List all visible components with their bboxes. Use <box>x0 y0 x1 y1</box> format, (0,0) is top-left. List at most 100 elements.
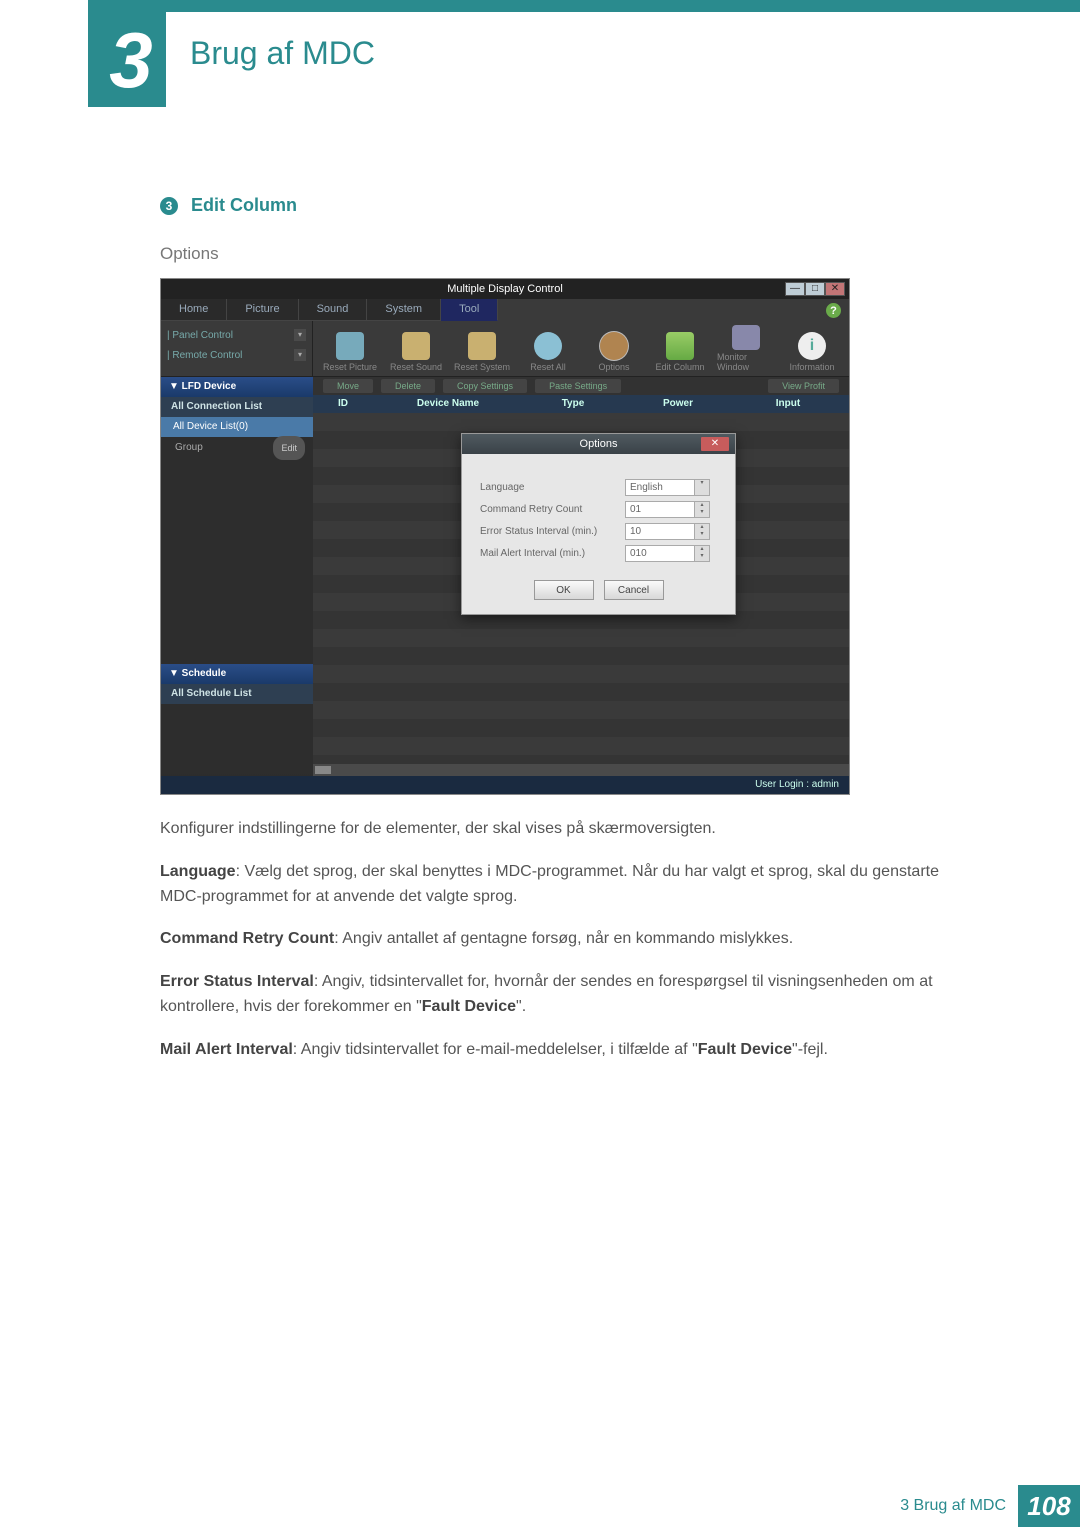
copy-settings-button[interactable]: Copy Settings <box>443 379 527 393</box>
tab-sound[interactable]: Sound <box>299 299 368 321</box>
tab-tool[interactable]: Tool <box>441 299 498 321</box>
move-button[interactable]: Move <box>323 379 373 393</box>
dialog-row-error-interval: Error Status Interval (min.) 10 ▴▾ <box>480 520 717 542</box>
sidebar-schedule-header[interactable]: ▼ Schedule <box>161 664 313 684</box>
reset-sound-button[interactable]: Reset Sound <box>387 325 445 372</box>
edit-column-button[interactable]: Edit Column <box>651 325 709 372</box>
sidebar-all-device[interactable]: All Device List(0) <box>161 417 313 437</box>
chapter-title: Brug af MDC <box>190 35 375 72</box>
grid-toolbar: Move Delete Copy Settings Paste Settings… <box>313 377 849 395</box>
reset-all-icon <box>534 332 562 360</box>
options-label: Options <box>598 362 629 372</box>
page-number: 108 <box>1018 1485 1080 1527</box>
grid-column-header: ID Device Name Type Power Input <box>313 395 849 413</box>
retry-label: Command Retry Count <box>480 504 625 515</box>
panel-control-label: | Panel Control <box>167 330 233 341</box>
dialog-close-icon[interactable]: ✕ <box>701 437 729 451</box>
app-window: Multiple Display Control — □ ✕ ? Home Pi… <box>160 278 850 795</box>
info-icon <box>798 332 826 360</box>
ok-button[interactable]: OK <box>534 580 594 600</box>
panel-control-row: | Panel Control ▾ <box>167 325 306 345</box>
col-type[interactable]: Type <box>523 395 623 413</box>
status-bar: User Login : admin <box>161 776 849 794</box>
mail-desc-c: "-fejl. <box>792 1041 828 1058</box>
spinner-icon[interactable]: ▴▾ <box>695 501 710 518</box>
retry-term: Command Retry Count <box>160 930 334 947</box>
cancel-button[interactable]: Cancel <box>604 580 664 600</box>
tab-picture[interactable]: Picture <box>227 299 298 321</box>
error-interval-input[interactable]: 10 <box>625 523 695 540</box>
reset-picture-button[interactable]: Reset Picture <box>321 325 379 372</box>
col-power[interactable]: Power <box>623 395 733 413</box>
error-interval-label: Error Status Interval (min.) <box>480 526 625 537</box>
mail-interval-label: Mail Alert Interval (min.) <box>480 548 625 559</box>
paragraph-mail-interval: Mail Alert Interval: Angiv tidsintervall… <box>160 1038 980 1063</box>
help-icon[interactable]: ? <box>826 303 841 318</box>
maximize-icon[interactable]: □ <box>805 282 825 296</box>
top-band <box>88 0 1080 12</box>
sidebar: ▼ LFD Device All Connection List All Dev… <box>161 377 313 774</box>
view-button[interactable]: View Profit <box>768 379 839 393</box>
delete-button[interactable]: Delete <box>381 379 435 393</box>
tab-system[interactable]: System <box>367 299 441 321</box>
dialog-title: Options ✕ <box>462 434 735 454</box>
footer-text: 3 Brug af MDC <box>900 1497 1006 1515</box>
fault-device-term: Fault Device <box>422 998 516 1015</box>
section-bullet-number: 3 <box>160 197 178 215</box>
horizontal-scrollbar[interactable] <box>313 764 849 776</box>
retry-desc: : Angiv antallet af gentagne forsøg, når… <box>334 930 793 947</box>
options-button[interactable]: Options <box>585 325 643 372</box>
ribbon-tabs: Home Picture Sound System Tool <box>161 299 849 321</box>
dropdown-icon[interactable]: ▾ <box>695 479 710 496</box>
mail-interval-input[interactable]: 010 <box>625 545 695 562</box>
sidebar-all-schedule[interactable]: All Schedule List <box>161 684 313 704</box>
sidebar-group-row[interactable]: Group Edit <box>161 437 313 459</box>
reset-picture-label: Reset Picture <box>323 362 377 372</box>
tab-home[interactable]: Home <box>161 299 227 321</box>
close-icon[interactable]: ✕ <box>825 282 845 296</box>
dialog-row-language: Language English ▾ <box>480 476 717 498</box>
error-desc-c: ". <box>516 998 526 1015</box>
dialog-row-mail-interval: Mail Alert Interval (min.) 010 ▴▾ <box>480 542 717 564</box>
language-desc: : Vælg det sprog, der skal benyttes i MD… <box>160 863 939 905</box>
col-id[interactable]: ID <box>313 395 373 413</box>
paragraph-intro: Konfigurer indstillingerne for de elemen… <box>160 817 980 842</box>
monitor-window-button[interactable]: Monitor Window <box>717 325 775 372</box>
gear-icon <box>600 332 628 360</box>
paragraph-retry: Command Retry Count: Angiv antallet af g… <box>160 927 980 952</box>
reset-all-label: Reset All <box>530 362 566 372</box>
mail-term: Mail Alert Interval <box>160 1041 293 1058</box>
sidebar-group-edit-button[interactable]: Edit <box>273 436 305 460</box>
paste-settings-button[interactable]: Paste Settings <box>535 379 621 393</box>
app-titlebar: Multiple Display Control — □ ✕ <box>161 279 849 299</box>
ribbon: | Panel Control ▾ | Remote Control ▾ Reset… <box>161 321 849 377</box>
spinner-icon[interactable]: ▴▾ <box>695 523 710 540</box>
col-device-name[interactable]: Device Name <box>373 395 523 413</box>
remote-control-label: | Remote Control <box>167 350 242 361</box>
dialog-row-retry: Command Retry Count 01 ▴▾ <box>480 498 717 520</box>
reset-system-icon <box>468 332 496 360</box>
minimize-icon[interactable]: — <box>785 282 805 296</box>
language-select[interactable]: English <box>625 479 695 496</box>
section-heading: 3 Edit Column <box>160 195 980 216</box>
monitor-window-icon <box>732 325 760 350</box>
mail-desc-a: : Angiv tidsintervallet for e-mail-medde… <box>293 1041 698 1058</box>
dialog-title-text: Options <box>580 438 618 450</box>
information-button[interactable]: Information <box>783 325 841 372</box>
sidebar-lfd-header[interactable]: ▼ LFD Device <box>161 377 313 397</box>
section-heading-text: Edit Column <box>191 195 297 215</box>
scroll-thumb[interactable] <box>315 766 331 774</box>
retry-input[interactable]: 01 <box>625 501 695 518</box>
sidebar-all-connection[interactable]: All Connection List <box>161 397 313 417</box>
app-title: Multiple Display Control <box>447 283 563 295</box>
reset-system-label: Reset System <box>454 362 510 372</box>
chevron-down-icon[interactable]: ▾ <box>294 349 306 361</box>
status-text: User Login : admin <box>755 779 839 790</box>
fault-device-term-2: Fault Device <box>698 1041 792 1058</box>
spinner-icon[interactable]: ▴▾ <box>695 545 710 562</box>
col-input[interactable]: Input <box>733 395 843 413</box>
chevron-down-icon[interactable]: ▾ <box>294 329 306 341</box>
reset-all-button[interactable]: Reset All <box>519 325 577 372</box>
language-term: Language <box>160 863 236 880</box>
reset-system-button[interactable]: Reset System <box>453 325 511 372</box>
